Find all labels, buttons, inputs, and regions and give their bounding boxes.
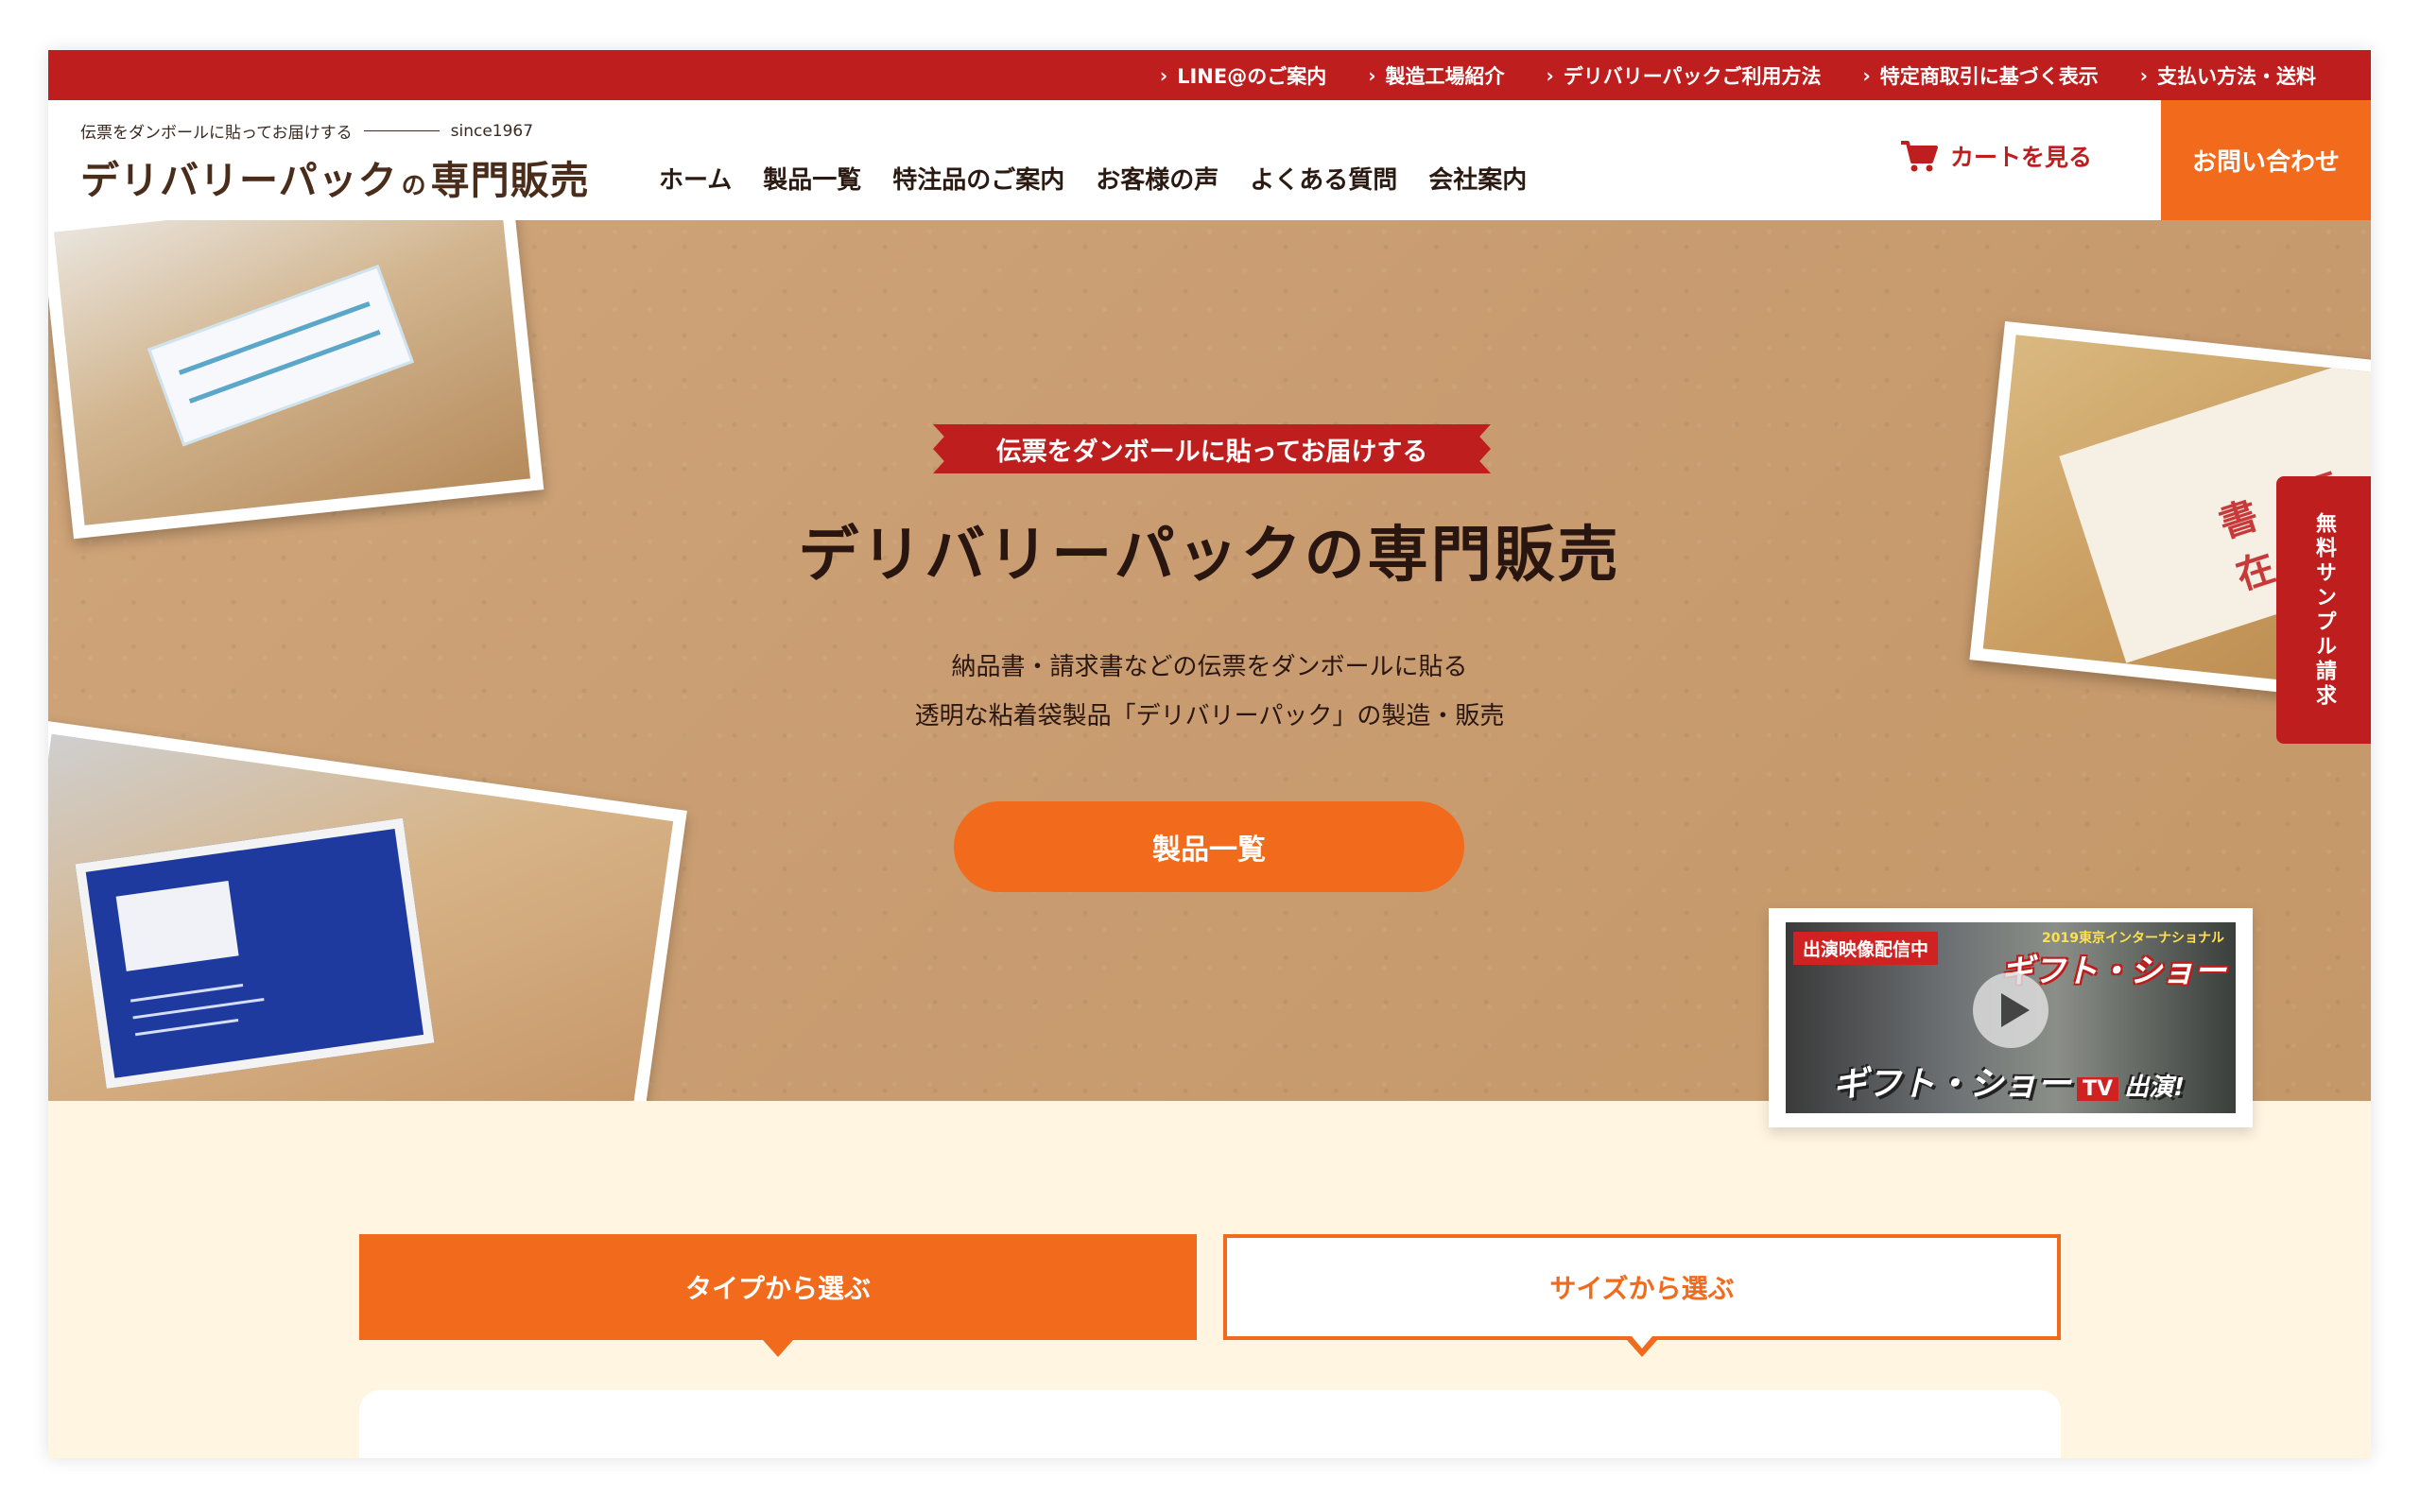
tab-pointer — [1627, 1336, 1657, 1357]
logo-tagline: 伝票をダンボールに貼ってお届けする since1967 — [80, 119, 600, 144]
nav-products[interactable]: 製品一覧 — [763, 161, 861, 196]
site-logo[interactable]: 伝票をダンボールに貼ってお届けする since1967 デリバリーパック の専門販… — [80, 119, 600, 205]
topbar-link-line[interactable]: › LINE@のご案内 — [1160, 61, 1326, 90]
cart-label: カートを見る — [1950, 144, 2093, 171]
label-line — [188, 330, 381, 404]
video-subtitle: 2019東京インターナショナル — [2042, 931, 2224, 946]
product-filter-tabs: タイプから選ぶ サイズから選ぶ — [359, 1234, 2061, 1357]
topbar-link-legal[interactable]: › 特定商取引に基づく表示 — [1863, 61, 2099, 90]
topbar-link-label: デリバリーパックご利用方法 — [1563, 64, 1822, 88]
logo-suffix: 専門販売 — [430, 158, 590, 203]
logo-divider — [363, 130, 440, 131]
label-line — [178, 301, 371, 375]
hero-photo-label-on-box — [48, 220, 544, 540]
tab-pointer — [763, 1340, 793, 1357]
photo-packing-list — [75, 817, 435, 1090]
hero-text-line: 納品書・請求書などの伝票をダンボールに貼る — [951, 653, 1468, 681]
hero-title: デリバリーパックの専門販売 — [798, 521, 1621, 591]
card-window — [115, 881, 239, 971]
card-line — [130, 983, 244, 1003]
site-header: 伝票をダンボールに貼ってお届けする since1967 デリバリーパック の専門販… — [48, 100, 2371, 220]
photo-image — [53, 220, 531, 525]
topbar-link-label: 製造工場紹介 — [1385, 64, 1505, 88]
nav-faq[interactable]: よくある質問 — [1250, 161, 1397, 196]
topbar-link-usage[interactable]: › デリバリーパックご利用方法 — [1546, 61, 1821, 90]
topbar-link-label: LINE@のご案内 — [1177, 64, 1327, 88]
logo-no: の — [401, 172, 427, 200]
video-caption: ギフト・ショー TV 出演! — [1833, 1057, 2185, 1106]
tv-badge: TV — [2077, 1077, 2119, 1101]
cart-link[interactable]: カートを見る — [1899, 139, 2092, 173]
free-sample-tab[interactable]: 無料サンプル請求 — [2276, 476, 2371, 744]
cart-icon — [1901, 141, 1938, 172]
utility-bar: › LINE@のご案内 › 製造工場紹介 › デリバリーパックご利用方法 › 特定商取引… — [48, 50, 2371, 100]
video-caption-text: ギフト・ショー — [1833, 1065, 2072, 1104]
hero-text-line: 透明な粘着袋製品「デリバリーパック」の製造・販売 — [914, 702, 1505, 730]
photo-delivery-pack — [147, 265, 414, 447]
topbar-link-label: 支払い方法・送料 — [2157, 64, 2316, 88]
photo-image — [48, 733, 674, 1101]
nav-company[interactable]: 会社案内 — [1428, 161, 1527, 196]
tab-by-size[interactable]: サイズから選ぶ — [1223, 1234, 2061, 1340]
topbar-link-label: 特定商取引に基づく表示 — [1879, 64, 2099, 88]
global-nav: ホーム 製品一覧 特注品のご案内 お客様の声 よくある質問 会社案内 — [659, 161, 1527, 196]
gift-show-video[interactable]: 出演映像配信中 2019東京インターナショナル ギフト・ショー ギフト・ショー T… — [1769, 908, 2253, 1127]
play-icon[interactable] — [1973, 972, 2048, 1048]
nav-voices[interactable]: お客様の声 — [1096, 161, 1219, 196]
hero-description: 納品書・請求書などの伝票をダンボールに貼る 透明な粘着袋製品「デリバリーパック」… — [48, 643, 2371, 741]
chevron-right-icon: › — [1546, 63, 1554, 87]
chevron-right-icon: › — [1862, 63, 1871, 87]
topbar-link-payment[interactable]: › 支払い方法・送料 — [2140, 61, 2316, 90]
browser-page: › LINE@のご案内 › 製造工場紹介 › デリバリーパックご利用方法 › 特定商取引… — [48, 50, 2371, 1458]
video-caption-suffix: 出演! — [2124, 1074, 2185, 1102]
tab-content-panel — [359, 1390, 2061, 1458]
chevron-right-icon: › — [2139, 63, 2148, 87]
logo-since: since1967 — [450, 121, 534, 141]
hero-ribbon: 伝票をダンボールに貼ってお届けする — [933, 424, 1491, 473]
logo-wordmark: デリバリーパック の専門販売 — [80, 148, 600, 205]
logo-tagline-text: 伝票をダンボールに貼ってお届けする — [80, 124, 353, 143]
nav-home[interactable]: ホーム — [659, 161, 732, 196]
products-cta-button[interactable]: 製品一覧 — [954, 801, 1464, 892]
video-badge: 出演映像配信中 — [1793, 932, 1939, 965]
nav-custom[interactable]: 特注品のご案内 — [892, 161, 1064, 196]
chevron-right-icon: › — [1159, 63, 1168, 87]
card-line — [134, 1018, 239, 1037]
card-line — [132, 997, 265, 1020]
logo-main-text: デリバリーパック — [80, 158, 398, 203]
contact-button[interactable]: お問い合わせ — [2161, 100, 2371, 220]
topbar-link-factory[interactable]: › 製造工場紹介 — [1368, 61, 1504, 90]
chevron-right-icon: › — [1368, 63, 1376, 87]
tab-by-type[interactable]: タイプから選ぶ — [359, 1234, 1197, 1340]
video-thumbnail: 出演映像配信中 2019東京インターナショナル ギフト・ショー ギフト・ショー T… — [1786, 922, 2236, 1113]
hero-photo-blue-card — [48, 720, 687, 1101]
